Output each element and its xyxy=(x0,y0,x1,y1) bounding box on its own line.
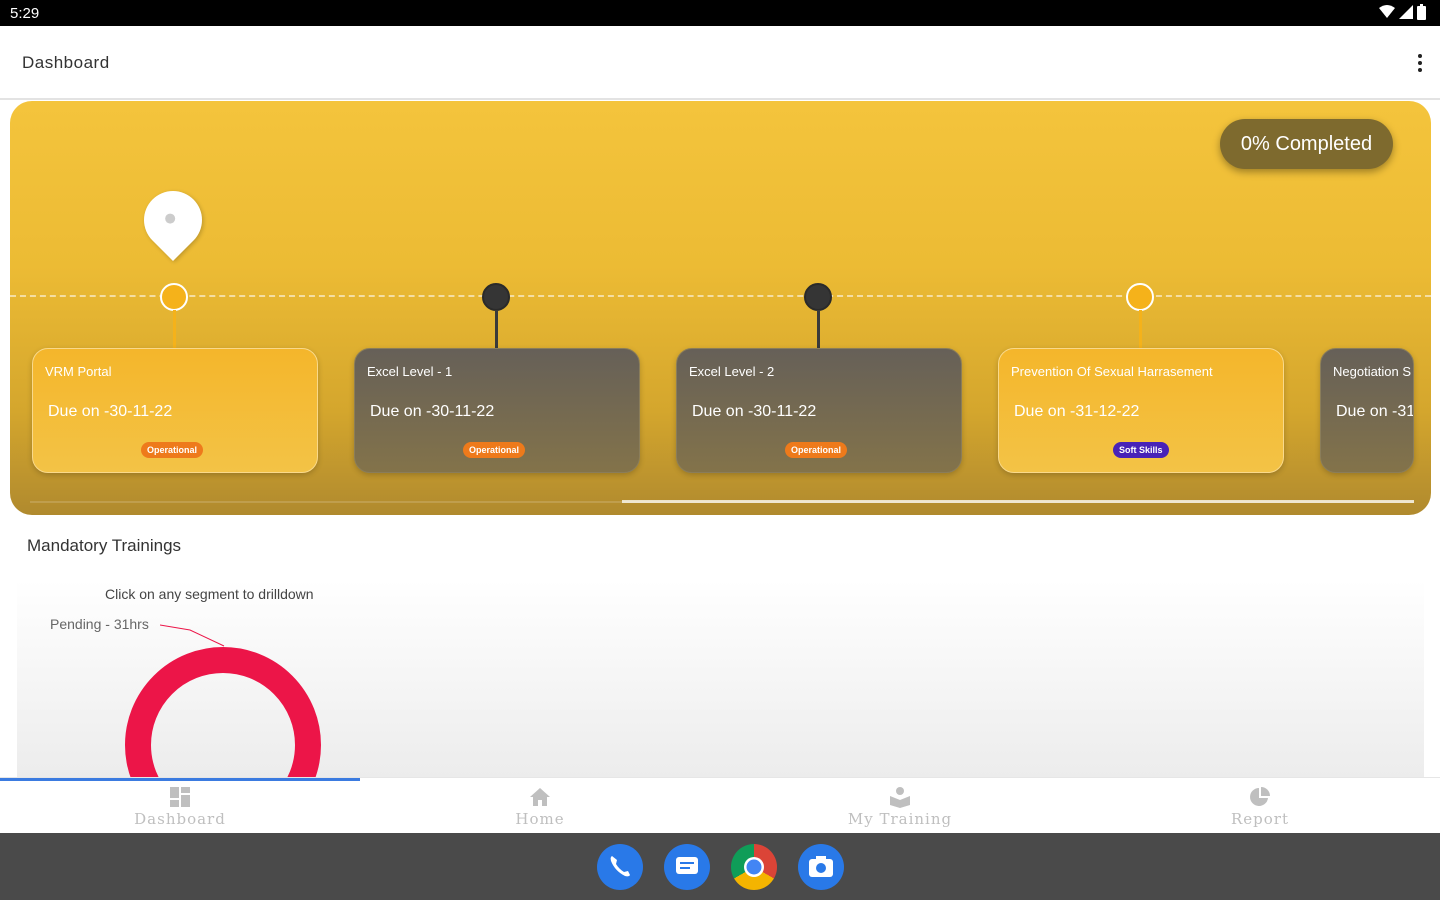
timeline-stem xyxy=(173,310,176,350)
status-icons xyxy=(1379,4,1426,20)
status-bar: 5:29 xyxy=(0,0,1440,26)
training-card-negotiation[interactable]: Negotiation S Due on -31- xyxy=(1320,348,1414,473)
overflow-menu-icon[interactable] xyxy=(1418,54,1422,72)
card-due-date: Due on -30-11-22 xyxy=(692,403,817,420)
camera-icon[interactable] xyxy=(798,844,844,890)
home-icon xyxy=(530,788,550,806)
chart-hint: Click on any segment to drilldown xyxy=(105,586,314,602)
report-icon xyxy=(1250,787,1270,806)
category-tag: Operational xyxy=(141,442,204,458)
nav-item-home[interactable]: Home xyxy=(360,778,720,834)
training-card-excel-2[interactable]: Excel Level - 2 Due on -30-11-22 Operati… xyxy=(676,348,962,473)
timeline-node[interactable] xyxy=(160,283,188,311)
dashboard-icon xyxy=(170,787,190,807)
card-title: Excel Level - 2 xyxy=(689,364,775,379)
card-due-date: Due on -31-12-22 xyxy=(1014,403,1140,420)
chart-label-pending: Pending - 31hrs xyxy=(50,616,149,632)
nav-item-dashboard[interactable]: Dashboard xyxy=(0,778,360,834)
card-title: Prevention Of Sexual Harrasement xyxy=(1011,364,1213,379)
nav-label: My Training xyxy=(847,810,953,828)
signal-icon xyxy=(1399,5,1413,19)
card-due-date: Due on -30-11-22 xyxy=(370,403,495,420)
nav-label: Dashboard xyxy=(134,810,226,828)
nav-item-my-training[interactable]: My Training xyxy=(720,778,1080,834)
timeline-stem xyxy=(495,310,498,350)
category-tag: Operational xyxy=(785,442,848,458)
training-card-vrm-portal[interactable]: VRM Portal Due on -30-11-22 Operational xyxy=(32,348,318,473)
timeline-node[interactable] xyxy=(1126,283,1154,311)
bottom-navigation: Dashboard Home My Training Report xyxy=(0,777,1440,833)
card-due-date: Due on -30-11-22 xyxy=(48,403,173,420)
card-title: VRM Portal xyxy=(45,364,112,379)
location-pin-icon xyxy=(131,178,215,262)
battery-icon xyxy=(1417,4,1426,20)
nav-item-report[interactable]: Report xyxy=(1080,778,1440,834)
timeline-stem xyxy=(1139,310,1142,350)
training-card-posh[interactable]: Prevention Of Sexual Harrasement Due on … xyxy=(998,348,1284,473)
timeline-node[interactable] xyxy=(804,283,832,311)
app-bar: Dashboard xyxy=(0,26,1440,100)
nav-label: Report xyxy=(1230,810,1289,828)
card-title: Excel Level - 1 xyxy=(367,364,453,379)
card-due-date: Due on -31- xyxy=(1336,403,1414,420)
timeline-stem xyxy=(817,310,820,350)
category-tag: Soft Skills xyxy=(1113,442,1169,458)
category-tag: Operational xyxy=(463,442,526,458)
wifi-icon xyxy=(1379,5,1395,18)
training-timeline-banner: 0% Completed VRM Portal Due on -30-11-22… xyxy=(10,101,1431,515)
section-title: Mandatory Trainings xyxy=(27,536,182,555)
horizontal-scrollbar[interactable] xyxy=(622,500,1414,503)
phone-icon[interactable] xyxy=(597,844,643,890)
nav-label: Home xyxy=(515,810,565,828)
timeline-line xyxy=(10,295,1431,297)
card-title: Negotiation S xyxy=(1333,364,1412,379)
timeline-node[interactable] xyxy=(482,283,510,311)
page-title: Dashboard xyxy=(22,53,110,72)
completion-badge: 0% Completed xyxy=(1220,119,1393,169)
system-dock xyxy=(0,833,1440,900)
messages-icon[interactable] xyxy=(664,844,710,890)
training-icon xyxy=(890,787,910,808)
status-time: 5:29 xyxy=(10,5,40,22)
chrome-icon[interactable] xyxy=(731,844,777,890)
training-card-excel-1[interactable]: Excel Level - 1 Due on -30-11-22 Operati… xyxy=(354,348,640,473)
